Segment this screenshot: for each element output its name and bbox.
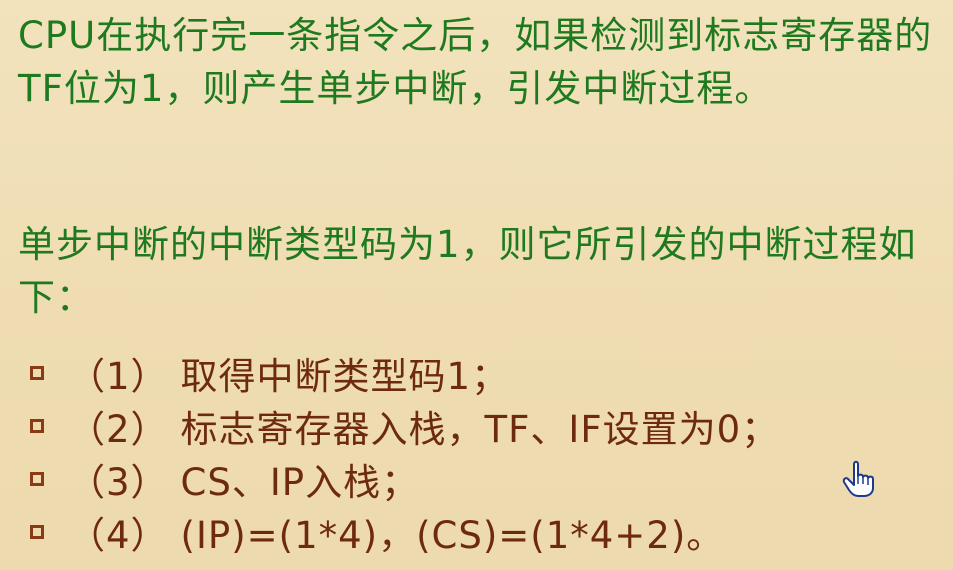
step-text: 标志寄存器入栈，TF、IF设置为0； [180, 407, 780, 451]
square-bullet-icon [30, 524, 44, 539]
list-item: （3） CS、IP入栈； [30, 452, 779, 505]
list-item: （1） 取得中断类型码1； [30, 346, 779, 399]
square-bullet-icon [30, 471, 44, 486]
process-intro-paragraph: 单步中断的中断类型码为1，则它所引发的中断过程如下： [18, 223, 917, 319]
slide: CPU在执行完一条指令之后，如果检测到标志寄存器的TF位为1，则产生单步中断，引… [0, 0, 953, 570]
intro-paragraph: CPU在执行完一条指令之后，如果检测到标志寄存器的TF位为1，则产生单步中断，引… [18, 14, 933, 110]
step-number: （3） [68, 460, 169, 504]
step-number: （4） [68, 513, 169, 557]
square-bullet-icon [30, 418, 44, 433]
step-text: 取得中断类型码1； [180, 354, 510, 398]
step-text: CS、IP入栈； [180, 460, 420, 504]
step-number: （1） [68, 354, 169, 398]
step-number: （2） [68, 407, 169, 451]
step-text: (IP)=(1*4)，(CS)=(1*4+2)。 [180, 513, 725, 557]
hand-pointer-icon [842, 460, 874, 497]
square-bullet-icon [30, 365, 44, 380]
step-list: （1） 取得中断类型码1； （2） 标志寄存器入栈，TF、IF设置为0； （3）… [30, 346, 779, 558]
list-item: （2） 标志寄存器入栈，TF、IF设置为0； [30, 399, 779, 452]
list-item: （4） (IP)=(1*4)，(CS)=(1*4+2)。 [30, 505, 779, 558]
